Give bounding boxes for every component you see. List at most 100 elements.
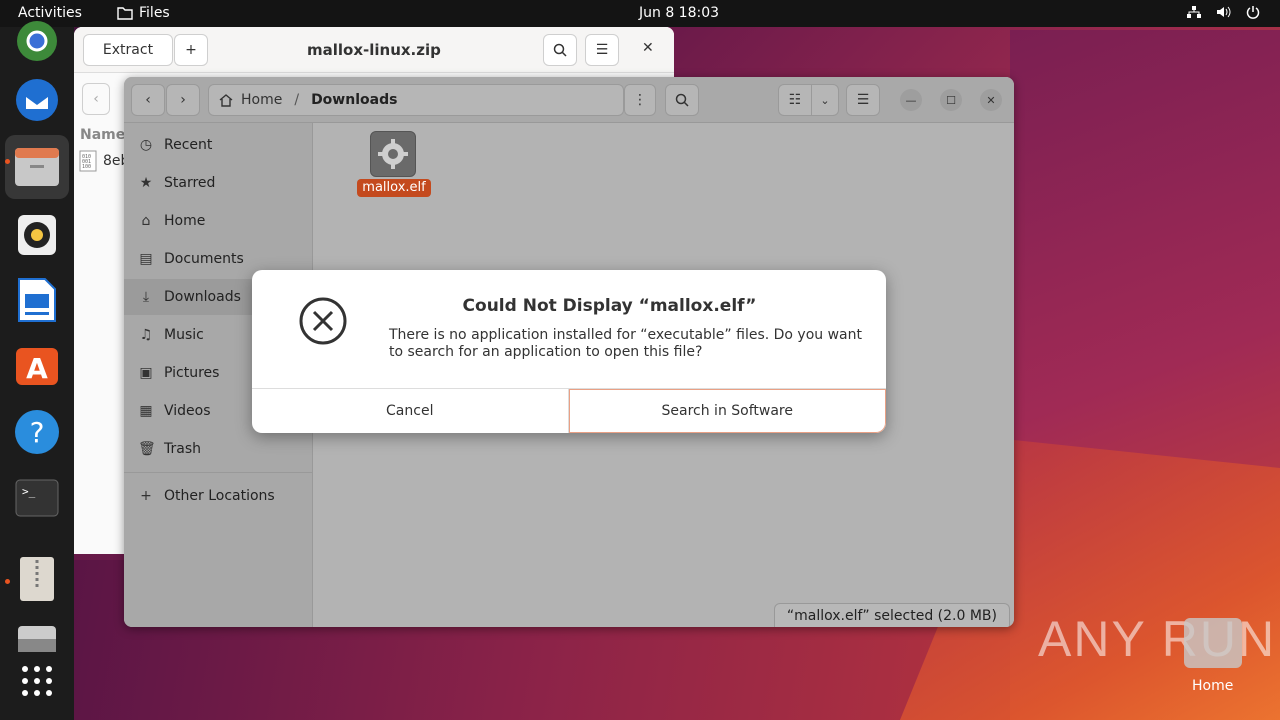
terminal-icon[interactable]: >_ (13, 474, 61, 522)
error-dialog: Could Not Display “mallox.elf” There is … (252, 270, 886, 433)
archive-title: mallox-linux.zip (307, 41, 441, 59)
view-list-button[interactable]: ☷ (778, 84, 812, 116)
back-button[interactable]: ‹ (131, 84, 165, 116)
sidebar-item-label: Trash (164, 441, 201, 457)
close-button[interactable]: ✕ (980, 89, 1002, 111)
column-name-header[interactable]: Name (80, 127, 125, 143)
top-bar: Activities Files Jun 8 18:03 (0, 0, 1280, 27)
maximize-button[interactable]: ☐ (940, 89, 962, 111)
show-apps-icon[interactable] (13, 657, 61, 705)
svg-text:>_: >_ (22, 485, 36, 498)
help-icon[interactable]: ? (13, 408, 61, 456)
home-icon: ⌂ (141, 213, 151, 229)
running-indicator (5, 579, 10, 584)
sidebar-item-trash[interactable]: 🗑 Trash (124, 431, 313, 467)
archive-close-button[interactable]: ✕ (642, 40, 654, 56)
files-header: ‹ › Home / Downloads ⋮ ☷ ⌄ ☰ — ☐ ✕ (124, 77, 1014, 123)
dialog-buttons: Cancel Search in Software (252, 388, 886, 433)
main-menu-button[interactable]: ☰ (846, 84, 880, 116)
sidebar-item-label: Downloads (164, 289, 241, 305)
cancel-button[interactable]: Cancel (252, 389, 569, 433)
sidebar-item-other-locations[interactable]: + Other Locations (124, 478, 313, 514)
close-icon: ✕ (642, 40, 654, 56)
videos-icon: ▦ (139, 403, 153, 419)
path-bar[interactable]: Home / Downloads (208, 84, 624, 116)
clock[interactable]: Jun 8 18:03 (639, 5, 719, 21)
extract-button[interactable]: Extract (83, 34, 173, 66)
error-icon (298, 296, 348, 350)
search-in-software-button[interactable]: Search in Software (568, 389, 886, 433)
archive-search-button[interactable] (543, 34, 577, 66)
running-indicator (5, 159, 10, 164)
music-icon: ♫ (139, 327, 153, 343)
list-view-icon: ☷ (788, 92, 802, 108)
drive-icon[interactable] (13, 615, 61, 663)
breadcrumb-downloads[interactable]: Downloads (311, 92, 397, 108)
minimize-button[interactable]: — (900, 89, 922, 111)
archive-header: Extract + mallox-linux.zip ☰ ✕ (74, 27, 674, 73)
home-desktop-label[interactable]: Home (1192, 678, 1233, 694)
maximize-icon: ☐ (946, 93, 956, 107)
rhythmbox-icon[interactable] (13, 211, 61, 259)
dock: A ? >_ (0, 21, 74, 720)
pictures-icon: ▣ (139, 365, 153, 381)
archive-back-button[interactable]: ‹ (82, 83, 110, 115)
chevron-right-icon: › (180, 92, 186, 108)
minimize-icon: — (905, 93, 917, 107)
search-button[interactable] (665, 84, 699, 116)
binary-file-icon: 010001100 (79, 150, 97, 172)
plus-icon: + (140, 488, 152, 504)
home-folder-icon[interactable] (1184, 618, 1242, 668)
archive-row[interactable]: 010 001 100 8eb (79, 150, 129, 172)
svg-text:?: ? (30, 416, 45, 449)
home-icon (219, 94, 233, 107)
search-icon (675, 93, 689, 107)
thunderbird-icon[interactable] (13, 76, 61, 124)
chevron-left-icon: ‹ (145, 92, 151, 108)
sidebar-item-starred[interactable]: ★ Starred (124, 165, 313, 201)
hamburger-icon: ☰ (595, 42, 609, 58)
network-icon (1187, 6, 1201, 18)
star-icon: ★ (139, 175, 153, 191)
sidebar-divider (124, 472, 313, 473)
sidebar-item-label: Home (164, 213, 206, 229)
power-icon (1246, 6, 1260, 19)
trash-icon: 🗑 (138, 441, 156, 457)
archive-menu-button[interactable]: ☰ (585, 34, 619, 66)
sidebar-item-label: Music (164, 327, 204, 343)
sidebar-item-recent[interactable]: ◷ Recent (124, 127, 313, 163)
svg-text:A: A (26, 352, 48, 385)
sidebar-item-label: Documents (164, 251, 244, 267)
app-menu[interactable]: Files (117, 5, 170, 21)
files-dock-icon[interactable] (5, 135, 69, 199)
path-menu-button[interactable]: ⋮ (624, 84, 656, 116)
volume-icon (1217, 6, 1231, 18)
sidebar-item-label: Starred (164, 175, 216, 191)
sidebar-item-home[interactable]: ⌂ Home (124, 203, 313, 239)
writer-icon[interactable] (13, 276, 61, 324)
archive-manager-icon[interactable] (13, 555, 61, 603)
svg-text:100: 100 (82, 164, 91, 170)
dialog-message: There is no application installed for “e… (389, 327, 862, 360)
system-tray[interactable] (1186, 5, 1260, 19)
more-vertical-icon: ⋮ (633, 92, 647, 108)
file-item[interactable]: mallox.elf (357, 131, 439, 199)
view-options-button[interactable]: ⌄ (811, 84, 839, 116)
forward-button[interactable]: › (166, 84, 200, 116)
chevron-down-icon: ⌄ (820, 93, 830, 107)
close-icon: ✕ (986, 93, 996, 107)
dialog-title: Could Not Display “mallox.elf” (462, 296, 757, 316)
folder-icon (117, 7, 133, 20)
breadcrumb-home[interactable]: Home (241, 92, 282, 108)
chrome-icon[interactable] (13, 17, 61, 65)
hamburger-icon: ☰ (856, 92, 870, 108)
sidebar-item-label: Pictures (164, 365, 220, 381)
breadcrumb-separator: / (294, 92, 300, 108)
chevron-left-icon: ‹ (93, 91, 99, 107)
search-icon (553, 43, 567, 57)
sidebar-item-label: Other Locations (164, 488, 275, 504)
sidebar-item-label: Videos (164, 403, 211, 419)
add-button[interactable]: + (174, 34, 208, 66)
software-center-icon[interactable]: A (13, 341, 61, 389)
file-name: mallox.elf (357, 179, 431, 197)
